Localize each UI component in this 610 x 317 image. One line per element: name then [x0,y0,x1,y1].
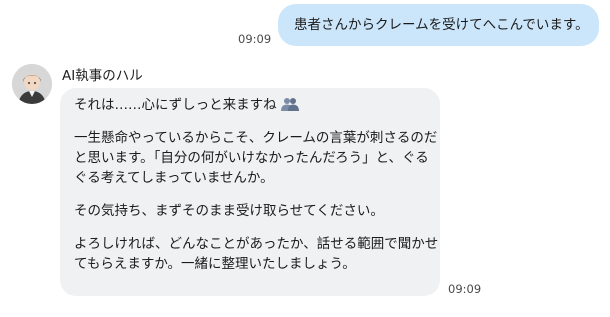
message-line: よろしければ、どんなことがあったか、話せる範囲で聞かせ [74,234,438,254]
message-line: それは……心にずしっと来ますね [74,95,430,115]
outgoing-message-bubble[interactable]: 患者さんからクレームを受けてへこんでいます。 [278,4,599,46]
message-line: その気持ち、まずそのまま受け取らせてください。 [74,201,430,221]
message-line: と思います。「自分の何がいけなかったんだろう」と、ぐる [74,148,430,168]
two-people-icon [280,96,300,118]
butler-avatar-icon [12,64,52,104]
message-line-text: 一生懸命やっているからこそ、クレームの言葉が刺さるのだ [74,130,438,146]
message-line-text: と思います。「自分の何がいけなかったんだろう」と、ぐる [74,150,429,166]
outgoing-message-time: 09:09 [238,32,272,46]
message-line: てもらえますか。一緒に整理いたしましょう。 [74,254,430,274]
chat-thread: 患者さんからクレームを受けてへこんでいます。 09:09 AI執事のハル それは… [0,0,610,317]
outgoing-message-text: 患者さんからクレームを受けてへこんでいます。 [294,17,589,33]
message-line-text: よろしければ、どんなことがあったか、話せる範囲で聞かせ [74,236,439,252]
sender-name: AI執事のハル [62,68,143,84]
message-line-text: それは……心にずしっと来ますね [74,97,277,113]
incoming-message-bubble[interactable]: それは……心にずしっと来ますね 一生懸命やっているからこそ、クレームの言葉が刺さ… [60,88,440,296]
message-line: ぐる考えてしまっていませんか。 [74,168,430,188]
incoming-message-time: 09:09 [448,282,482,296]
message-line-text: てもらえますか。一緒に整理いたしましょう。 [74,256,356,272]
message-line-text: ぐる考えてしまっていませんか。 [74,170,274,186]
sender-avatar[interactable] [12,64,52,104]
message-line-text: その気持ち、まずそのまま受け取らせてください。 [74,203,384,219]
message-line: 一生懸命やっているからこそ、クレームの言葉が刺さるのだ [74,128,437,148]
